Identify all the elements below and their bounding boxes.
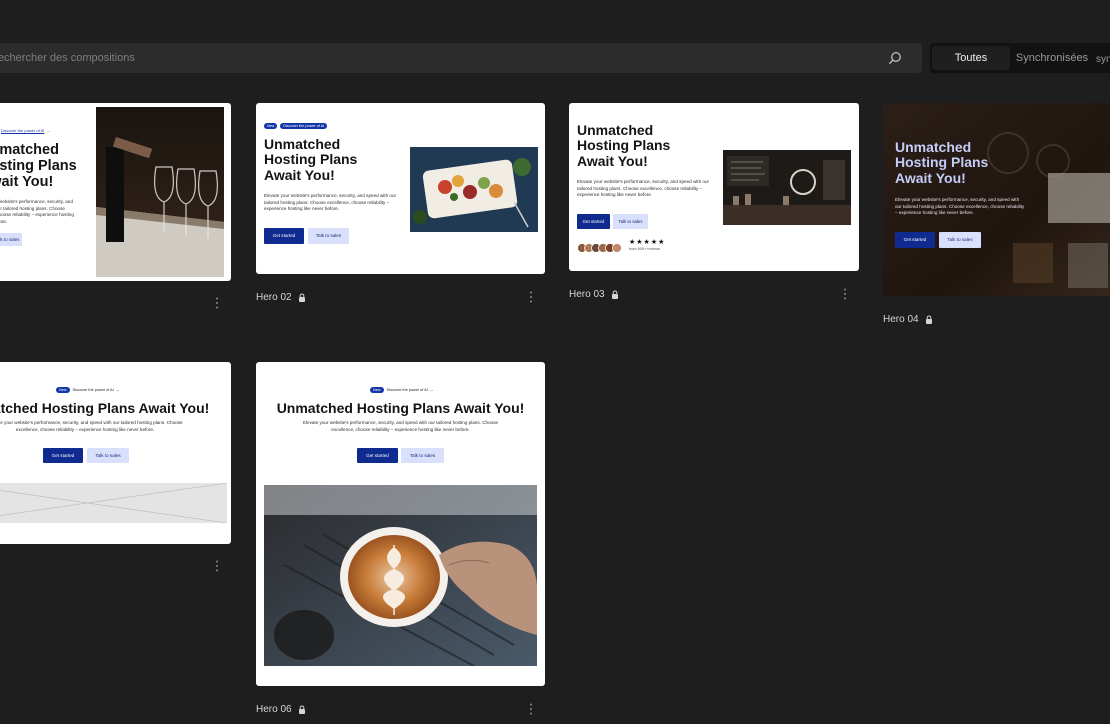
card-heading: Unmatched Hosting Plans Await You!	[276, 400, 525, 416]
lock-icon	[925, 315, 932, 324]
card-paragraph: Elevate your website's performance, secu…	[264, 193, 397, 212]
card-menu-button[interactable]	[526, 702, 536, 716]
more-vertical-icon	[844, 288, 846, 300]
card-menu-button[interactable]	[526, 290, 536, 304]
talk-to-sales-button: Talk to sales	[613, 214, 648, 229]
pattern-card-hero-02[interactable]: New Discover the power of AI Unmatched H…	[256, 103, 545, 274]
pattern-card-hero-01[interactable]: Discover the power of AI→ Unmatched Host…	[0, 103, 231, 281]
tab-all[interactable]: Toutes	[932, 46, 1010, 70]
pattern-card-hero-06[interactable]: New Discover the power of AI → Unmatched …	[256, 362, 545, 686]
card-heading: Unmatched Hosting Plans Await You!	[895, 139, 989, 186]
talk-to-sales-button: Talk to sales	[401, 448, 444, 463]
pattern-card-hero-04[interactable]: Unmatched Hosting Plans Await You! Eleva…	[883, 103, 1110, 296]
talk-to-sales-button: Talk to sales	[939, 232, 981, 248]
announcement-pill: New Discover the power of AI	[264, 123, 328, 129]
card-heading: Unmatched Hosting Plans Await You!	[264, 136, 358, 183]
card-paragraph: Elevate your website's performance, secu…	[577, 179, 710, 198]
filter-tabs: Toutes Synchronisées sync	[930, 43, 1110, 73]
card-paragraph: Elevate your website's performance, secu…	[302, 420, 499, 432]
card-paragraph: Elevate your website's performance, secu…	[895, 197, 1025, 216]
get-started-button: Get started	[577, 214, 610, 229]
lock-icon	[611, 290, 618, 299]
search-bar	[0, 43, 922, 73]
tab-synced[interactable]: Synchronisées	[1014, 46, 1090, 70]
card-title: Hero 02	[256, 292, 306, 303]
lock-icon	[298, 293, 305, 302]
wine-glasses-image	[96, 107, 224, 277]
card-title: Hero 06	[256, 704, 306, 715]
reviews-count: from 800+ reviews	[629, 247, 661, 251]
announcement-pill: New Discover the power of AI →	[370, 387, 434, 393]
avatar-group	[577, 240, 627, 253]
card-title: Hero 03	[569, 289, 619, 300]
search-input[interactable]	[0, 43, 870, 73]
tab-sync-partial[interactable]: sync	[1096, 48, 1110, 72]
card-menu-button[interactable]	[212, 559, 222, 573]
search-icon[interactable]	[888, 51, 902, 65]
announcement-pill: Discover the power of AI →	[1, 128, 51, 133]
talk-to-sales-button: Talk to sales	[308, 228, 349, 244]
card-paragraph: Elevate your website's performance, secu…	[0, 199, 74, 224]
more-vertical-icon	[530, 703, 532, 715]
rating-stars: ★★★★★	[629, 239, 666, 246]
more-vertical-icon	[216, 297, 218, 309]
pattern-card-hero-05[interactable]: New Discover the power of AI→ Unmatched …	[0, 362, 231, 544]
image-placeholder	[0, 483, 227, 523]
card-menu-button[interactable]	[840, 287, 850, 301]
card-heading: Unmatched Hosting Plans Await You!	[577, 122, 671, 169]
card-menu-button[interactable]	[212, 296, 222, 310]
get-started-button: Get started	[357, 448, 398, 463]
more-vertical-icon	[530, 291, 532, 303]
pattern-card-hero-03[interactable]: Unmatched Hosting Plans Await You! Eleva…	[569, 103, 859, 271]
food-platter-image	[410, 147, 538, 232]
latte-art-image	[264, 485, 537, 666]
card-heading: Unmatched Hosting Plans Await You!	[0, 142, 77, 190]
card-heading: Unmatched Hosting Plans Await You!	[0, 400, 210, 416]
more-vertical-icon	[216, 560, 218, 572]
talk-to-sales-button: Talk to sales	[87, 448, 129, 463]
get-started-button: Get started	[264, 228, 304, 244]
announcement-pill: New Discover the power of AI →	[56, 387, 120, 393]
lock-icon	[298, 705, 305, 714]
card-paragraph: Elevate your website's performance, secu…	[0, 420, 183, 432]
get-started-button: Get started	[43, 448, 83, 463]
cafe-interior-image	[723, 150, 851, 225]
get-started-button: Get started	[895, 232, 935, 248]
talk-to-sales-button: Talk to sales	[0, 233, 22, 246]
card-title: Hero 04	[883, 314, 933, 325]
